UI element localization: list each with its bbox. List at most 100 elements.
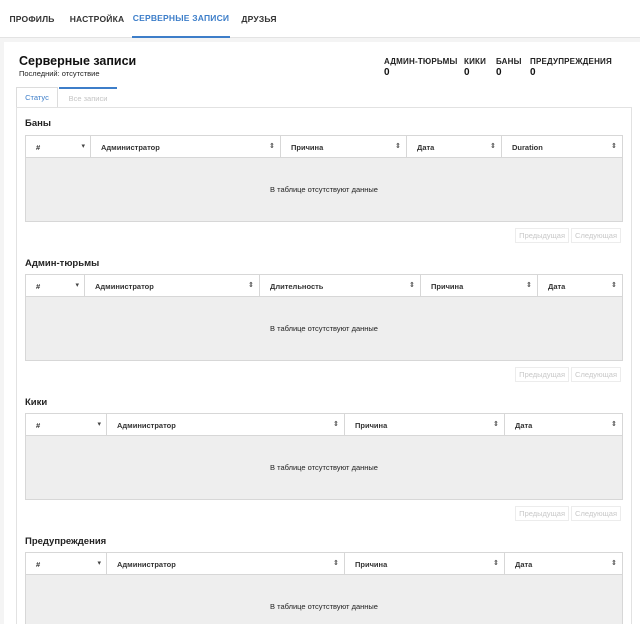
subtab-status[interactable]: Статус bbox=[16, 87, 58, 108]
column-label: # bbox=[36, 559, 41, 569]
column-header-admin[interactable]: Администратор ⇕ bbox=[106, 553, 344, 575]
sort-icon: ⇕ bbox=[493, 560, 499, 567]
sort-desc-icon: ▾ bbox=[97, 421, 101, 428]
column-header-reason[interactable]: Причина ⇕ bbox=[420, 275, 537, 297]
sort-icon: ⇕ bbox=[611, 143, 617, 150]
sort-icon: ⇕ bbox=[611, 560, 617, 567]
column-label: Дата bbox=[417, 142, 435, 152]
kicks-pagination: Предыдущая Следующая bbox=[513, 506, 621, 521]
admin-jails-pagination: Предыдущая Следующая bbox=[513, 367, 621, 382]
bans-pagination: Предыдущая Следующая bbox=[513, 228, 621, 243]
page-title: Серверные записи bbox=[19, 54, 137, 68]
column-label: # bbox=[36, 420, 41, 430]
column-header-date[interactable]: Дата ⇕ bbox=[537, 275, 622, 297]
stat-value: 0 bbox=[384, 67, 390, 78]
column-label: Администратор bbox=[117, 559, 176, 569]
sort-icon: ⇕ bbox=[611, 421, 617, 428]
tab-friends[interactable]: ДРУЗЬЯ bbox=[232, 0, 286, 38]
column-header-id[interactable]: # ▾ bbox=[26, 553, 106, 575]
column-label: Дата bbox=[515, 420, 533, 430]
column-label: Дата bbox=[515, 559, 533, 569]
content-card: Серверные записи Последний: отсутствие А… bbox=[4, 42, 640, 624]
next-page-button[interactable]: Следующая bbox=[571, 367, 621, 382]
column-label: Администратор bbox=[117, 420, 176, 430]
stat-value: 0 bbox=[530, 67, 536, 78]
column-header-reason[interactable]: Причина ⇕ bbox=[344, 414, 504, 436]
sort-icon: ⇕ bbox=[248, 282, 254, 289]
empty-row: В таблице отсутствуют данные bbox=[26, 436, 622, 499]
column-header-date[interactable]: Дата ⇕ bbox=[504, 414, 622, 436]
tab-profile[interactable]: ПРОФИЛЬ bbox=[0, 0, 64, 38]
admin-jails-table: # ▾ Администратор ⇕ Длительность ⇕ Причина ⇕… bbox=[25, 274, 623, 361]
stat-label: БАНЫ bbox=[496, 57, 522, 66]
column-label: Причина bbox=[355, 420, 388, 430]
column-header-reason[interactable]: Причина ⇕ bbox=[344, 553, 504, 575]
section-title-warnings: Предупреждения bbox=[25, 536, 107, 547]
sort-desc-icon: ▾ bbox=[97, 560, 101, 567]
prev-page-button[interactable]: Предыдущая bbox=[515, 506, 570, 521]
column-header-date[interactable]: Дата ⇕ bbox=[406, 136, 501, 158]
table-header: # ▾ Администратор ⇕ Причина ⇕ Дата ⇕ Duratio… bbox=[26, 136, 622, 158]
stat-kicks: КИКИ 0 bbox=[464, 57, 486, 78]
column-label: # bbox=[36, 142, 41, 152]
table-header: # ▾ Администратор ⇕ Длительность ⇕ Причина ⇕… bbox=[26, 275, 622, 297]
column-header-admin[interactable]: Администратор ⇕ bbox=[106, 414, 344, 436]
column-header-date[interactable]: Дата ⇕ bbox=[504, 553, 622, 575]
tab-settings[interactable]: НАСТРОЙКА bbox=[64, 0, 130, 38]
prev-page-button[interactable]: Предыдущая bbox=[515, 228, 570, 243]
tab-server-records[interactable]: СЕРВЕРНЫЕ ЗАПИСИ bbox=[132, 0, 230, 38]
next-page-button[interactable]: Следующая bbox=[571, 228, 621, 243]
empty-message: В таблице отсутствуют данные bbox=[270, 185, 378, 194]
records-panel: Баны # ▾ Администратор ⇕ Причина ⇕ Дата ⇕ Du… bbox=[16, 107, 632, 624]
section-title-admin-jails: Админ-тюрьмы bbox=[25, 258, 100, 269]
column-label: Администратор bbox=[95, 281, 154, 291]
column-header-reason[interactable]: Причина ⇕ bbox=[280, 136, 406, 158]
column-label: Дата bbox=[548, 281, 566, 291]
section-title-bans: Баны bbox=[25, 118, 51, 129]
column-header-admin[interactable]: Администратор ⇕ bbox=[84, 275, 259, 297]
top-nav: ПРОФИЛЬ НАСТРОЙКА СЕРВЕРНЫЕ ЗАПИСИ ДРУЗЬ… bbox=[0, 0, 640, 38]
kicks-table: # ▾ Администратор ⇕ Причина ⇕ Дата ⇕ В табли… bbox=[25, 413, 623, 500]
column-header-id[interactable]: # ▾ bbox=[26, 275, 84, 297]
column-label: Duration bbox=[512, 142, 543, 152]
empty-message: В таблице отсутствуют данные bbox=[270, 463, 378, 472]
table-header: # ▾ Администратор ⇕ Причина ⇕ Дата ⇕ bbox=[26, 553, 622, 575]
sort-icon: ⇕ bbox=[269, 143, 275, 150]
table-header: # ▾ Администратор ⇕ Причина ⇕ Дата ⇕ bbox=[26, 414, 622, 436]
column-header-length[interactable]: Длительность ⇕ bbox=[259, 275, 420, 297]
sort-icon: ⇕ bbox=[409, 282, 415, 289]
column-header-id[interactable]: # ▾ bbox=[26, 414, 106, 436]
stat-bans: БАНЫ 0 bbox=[496, 57, 522, 78]
next-page-button[interactable]: Следующая bbox=[571, 506, 621, 521]
column-label: Длительность bbox=[270, 281, 324, 291]
column-label: Причина bbox=[291, 142, 324, 152]
sort-desc-icon: ▾ bbox=[81, 143, 85, 150]
stat-label: АДМИН-ТЮРЬМЫ bbox=[384, 57, 458, 66]
stat-value: 0 bbox=[496, 67, 502, 78]
sort-icon: ⇕ bbox=[611, 282, 617, 289]
stat-label: КИКИ bbox=[464, 57, 487, 66]
column-header-admin[interactable]: Администратор ⇕ bbox=[90, 136, 280, 158]
warnings-table: # ▾ Администратор ⇕ Причина ⇕ Дата ⇕ В табли… bbox=[25, 552, 623, 624]
column-label: Причина bbox=[355, 559, 388, 569]
sort-icon: ⇕ bbox=[526, 282, 532, 289]
bans-table: # ▾ Администратор ⇕ Причина ⇕ Дата ⇕ Duratio… bbox=[25, 135, 623, 222]
last-record-status: Последний: отсутствие bbox=[19, 69, 100, 78]
section-title-kicks: Кики bbox=[25, 397, 48, 408]
prev-page-button[interactable]: Предыдущая bbox=[515, 367, 570, 382]
stat-admin-jails: АДМИН-ТЮРЬМЫ 0 bbox=[384, 57, 458, 78]
sort-desc-icon: ▾ bbox=[75, 282, 79, 289]
empty-message: В таблице отсутствуют данные bbox=[270, 324, 378, 333]
column-header-id[interactable]: # ▾ bbox=[26, 136, 90, 158]
column-label: Причина bbox=[431, 281, 464, 291]
empty-row: В таблице отсутствуют данные bbox=[26, 297, 622, 360]
stat-warnings: ПРЕДУПРЕЖДЕНИЯ 0 bbox=[530, 57, 612, 78]
sort-icon: ⇕ bbox=[333, 560, 339, 567]
empty-row: В таблице отсутствуют данные bbox=[26, 575, 622, 624]
column-header-duration[interactable]: Duration ⇕ bbox=[501, 136, 622, 158]
column-label: # bbox=[36, 281, 41, 291]
empty-row: В таблице отсутствуют данные bbox=[26, 158, 622, 221]
sort-icon: ⇕ bbox=[490, 143, 496, 150]
sort-icon: ⇕ bbox=[493, 421, 499, 428]
subtab-all-records[interactable]: Все записи bbox=[59, 87, 117, 108]
